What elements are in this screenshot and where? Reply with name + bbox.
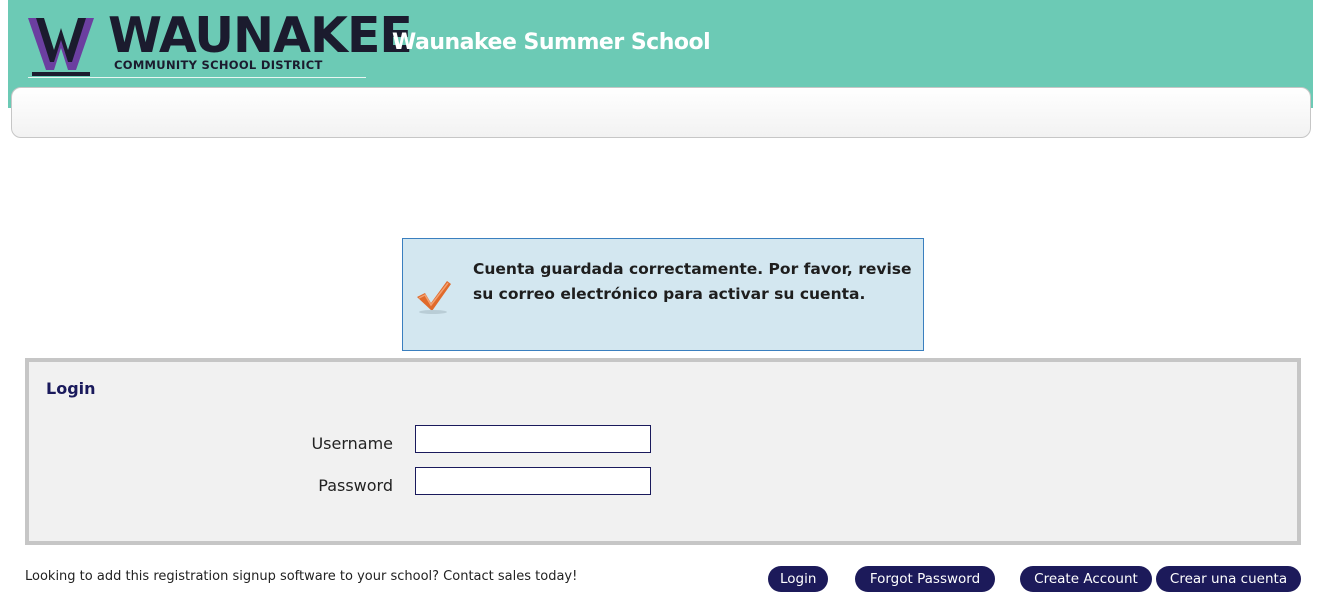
login-button[interactable]: Login <box>768 566 828 592</box>
checkmark-icon <box>417 281 451 314</box>
waunakee-w-logo-icon <box>28 18 94 76</box>
district-logo[interactable]: WAUNAKEE COMMUNITY SCHOOL DISTRICT <box>28 10 413 80</box>
create-account-button[interactable]: Create Account <box>1020 566 1152 592</box>
success-message-text: Cuenta guardada correctamente. Por favor… <box>473 260 912 303</box>
logo-subtitle: COMMUNITY SCHOOL DISTRICT <box>114 58 323 72</box>
success-message: Cuenta guardada correctamente. Por favor… <box>402 238 924 351</box>
sales-promo-link[interactable]: Looking to add this registration signup … <box>25 569 577 584</box>
logo-underline <box>28 77 366 78</box>
password-input[interactable] <box>415 467 651 495</box>
logo-wordmark: WAUNAKEE <box>108 7 413 64</box>
crear-cuenta-button[interactable]: Crear una cuenta <box>1156 566 1301 592</box>
login-title: Login <box>46 379 96 398</box>
site-title: Waunakee Summer School <box>392 30 711 55</box>
username-label: Username <box>311 434 393 453</box>
login-panel: Login Username Password <box>25 358 1301 545</box>
username-input[interactable] <box>415 425 651 453</box>
password-label: Password <box>318 476 393 495</box>
forgot-password-button[interactable]: Forgot Password <box>855 566 995 592</box>
navigation-bar <box>11 87 1311 138</box>
